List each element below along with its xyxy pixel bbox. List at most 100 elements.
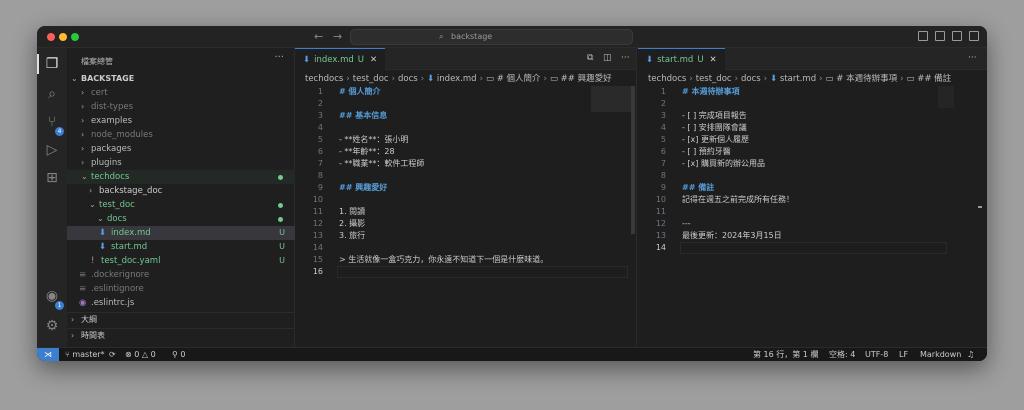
close-window-button[interactable] xyxy=(47,33,55,41)
outline-section[interactable]: › 大綱 xyxy=(67,312,295,326)
close-icon[interactable]: ✕ xyxy=(710,55,717,65)
search-icon[interactable]: ⌕ xyxy=(44,86,60,102)
ports-indicator[interactable]: ⚲ 0 xyxy=(172,348,186,361)
tree-item-label: start.md xyxy=(111,242,148,252)
toggle-panel-icon[interactable] xyxy=(935,31,945,41)
tab-index-md[interactable]: ⬇ index.md U ✕ xyxy=(295,48,386,70)
tree-item-plugins[interactable]: › plugins xyxy=(67,156,295,170)
chevron-right-icon: › xyxy=(89,186,93,195)
file-icon: ≡ xyxy=(79,284,87,294)
run-debug-icon[interactable]: ▷ xyxy=(44,142,60,158)
breadcrumb-item[interactable]: test_doc xyxy=(696,74,732,84)
code-line: 7- **職業**：軟件工程師 xyxy=(317,159,425,168)
tree-item-test-doc[interactable]: ⌄ test_doc xyxy=(67,198,295,212)
tree-item-packages[interactable]: › packages xyxy=(67,142,295,156)
code-line: 11 xyxy=(655,207,666,216)
timeline-label: 時間表 xyxy=(81,331,105,340)
branch-indicator[interactable]: ⑂ master* xyxy=(65,348,105,361)
tree-item-eslintrc-js[interactable]: ◉ .eslintrc.js xyxy=(67,296,295,310)
code-line: 8 xyxy=(317,171,323,180)
problems-indicator[interactable]: ⊗ 0 △ 0 xyxy=(125,348,156,361)
more-actions-icon[interactable]: ··· xyxy=(621,53,630,63)
tree-item-techdocs[interactable]: ⌄ techdocs xyxy=(67,170,295,184)
activity-bar: ❐ ⌕ ⑂ 4 ▷ ⊞ ◉ 1 ⚙ xyxy=(37,48,67,347)
explorer-sidebar: 檔案總管 ··· ⌄ BACKSTAGE › cert › dist-types… xyxy=(67,48,295,347)
command-center-search[interactable]: ⌕ backstage xyxy=(350,29,633,45)
chevron-right-icon: › xyxy=(81,144,85,153)
code-line: 5- [x] 更新個人履歷 xyxy=(660,135,749,144)
split-editor-icon[interactable]: ◫ xyxy=(603,53,612,63)
workspace-root[interactable]: ⌄ BACKSTAGE xyxy=(67,72,295,86)
close-icon[interactable]: ✕ xyxy=(370,55,377,65)
tree-item-eslintignore[interactable]: ≡ .eslintignore xyxy=(67,282,295,296)
breadcrumb-item[interactable]: # 個人簡介 xyxy=(497,74,541,84)
breadcrumb-item[interactable]: index.md xyxy=(437,74,477,84)
tree-item-node-modules[interactable]: › node_modules xyxy=(67,128,295,142)
git-status-badge: U xyxy=(279,228,285,237)
chevron-down-icon: ⌄ xyxy=(89,200,96,209)
open-preview-icon[interactable]: ⧉ xyxy=(587,53,593,63)
title-bar: ← → ⌕ backstage xyxy=(37,26,987,48)
gear-icon[interactable]: ⚙ xyxy=(44,318,60,334)
tree-item-index-md[interactable]: ⬇ index.md U xyxy=(67,226,295,240)
breadcrumb-item[interactable]: techdocs xyxy=(305,74,343,84)
tree-item-label: .eslintignore xyxy=(91,284,144,294)
code-line: 10 xyxy=(312,195,323,204)
markdown-file-icon: ⬇ xyxy=(303,55,311,65)
search-icon: ⌕ xyxy=(439,32,444,41)
breadcrumb-item[interactable]: # 本週待辦事項 xyxy=(836,74,897,84)
code-line: 6- [ ] 預約牙醫 xyxy=(660,147,731,156)
bell-icon[interactable]: ♫ xyxy=(967,348,974,361)
tree-item-examples[interactable]: › examples xyxy=(67,114,295,128)
tab-start-md[interactable]: ⬇ start.md U ✕ xyxy=(638,48,725,70)
breadcrumb-item[interactable]: ## 興趣愛好 xyxy=(561,74,612,84)
explorer-icon[interactable]: ❐ xyxy=(44,56,60,72)
more-actions-icon[interactable]: ··· xyxy=(274,52,284,63)
breadcrumb-item[interactable]: start.md xyxy=(780,74,816,84)
tree-item-dist-types[interactable]: › dist-types xyxy=(67,100,295,114)
remote-indicator-icon[interactable]: ⋊ xyxy=(37,348,59,361)
breadcrumb-item[interactable]: test_doc xyxy=(353,74,389,84)
eol-setting[interactable]: LF xyxy=(899,348,908,361)
sync-icon[interactable]: ⟳ xyxy=(109,348,116,361)
tree-item-label: docs xyxy=(107,214,127,224)
code-line: 14 xyxy=(312,243,323,252)
indentation-setting[interactable]: 空格: 4 xyxy=(829,348,855,361)
more-actions-icon[interactable]: ··· xyxy=(968,53,977,63)
chevron-right-icon: › xyxy=(81,158,85,167)
code-line: 10 記得在週五之前完成所有任務！ xyxy=(655,195,794,204)
breadcrumb-item[interactable]: ## 備註 xyxy=(917,74,951,84)
encoding-setting[interactable]: UTF-8 xyxy=(865,348,888,361)
extensions-icon[interactable]: ⊞ xyxy=(44,170,60,186)
file-icon: ≡ xyxy=(79,270,87,280)
chevron-right-icon: › xyxy=(71,331,75,340)
customize-layout-icon[interactable] xyxy=(969,31,979,41)
branch-label: master* xyxy=(72,350,105,359)
arrow-right-icon[interactable]: → xyxy=(333,30,342,43)
timeline-section[interactable]: › 時間表 xyxy=(67,328,295,342)
breadcrumb-item[interactable]: techdocs xyxy=(648,74,686,84)
code-line: 9 ## 備註 xyxy=(660,183,715,192)
breadcrumb: techdocs › test_doc › docs › ⬇ start.md › ▭ # 本週… xyxy=(648,74,952,84)
chevron-down-icon: ⌄ xyxy=(71,74,78,83)
breadcrumb-item[interactable]: docs xyxy=(398,74,418,84)
minimize-window-button[interactable] xyxy=(59,33,67,41)
language-mode[interactable]: Markdown xyxy=(920,348,961,361)
tree-item-start-md[interactable]: ⬇ start.md U xyxy=(67,240,295,254)
tree-item-cert[interactable]: › cert xyxy=(67,86,295,100)
error-icon: ⊗ xyxy=(125,350,135,359)
breadcrumb-item[interactable]: docs xyxy=(741,74,761,84)
toggle-sidebar-icon[interactable] xyxy=(918,31,928,41)
tree-item-docs[interactable]: ⌄ docs xyxy=(67,212,295,226)
tree-item-backstage-doc[interactable]: › backstage_doc xyxy=(67,184,295,198)
breadcrumb: techdocs › test_doc › docs › ⬇ index.md › ▭ # 個人… xyxy=(305,74,612,84)
tree-item-label: test_doc xyxy=(99,200,135,210)
git-status-badge: U xyxy=(697,55,704,65)
toggle-secondary-sidebar-icon[interactable] xyxy=(952,31,962,41)
maximize-window-button[interactable] xyxy=(71,33,79,41)
tree-item-test-doc-yaml[interactable]: ! test_doc.yaml U xyxy=(67,254,295,268)
tree-item-dockerignore[interactable]: ≡ .dockerignore xyxy=(67,268,295,282)
tree-item-label: .dockerignore xyxy=(91,270,150,280)
arrow-left-icon[interactable]: ← xyxy=(314,30,323,43)
cursor-position[interactable]: 第 16 行，第 1 欄 xyxy=(753,348,818,361)
